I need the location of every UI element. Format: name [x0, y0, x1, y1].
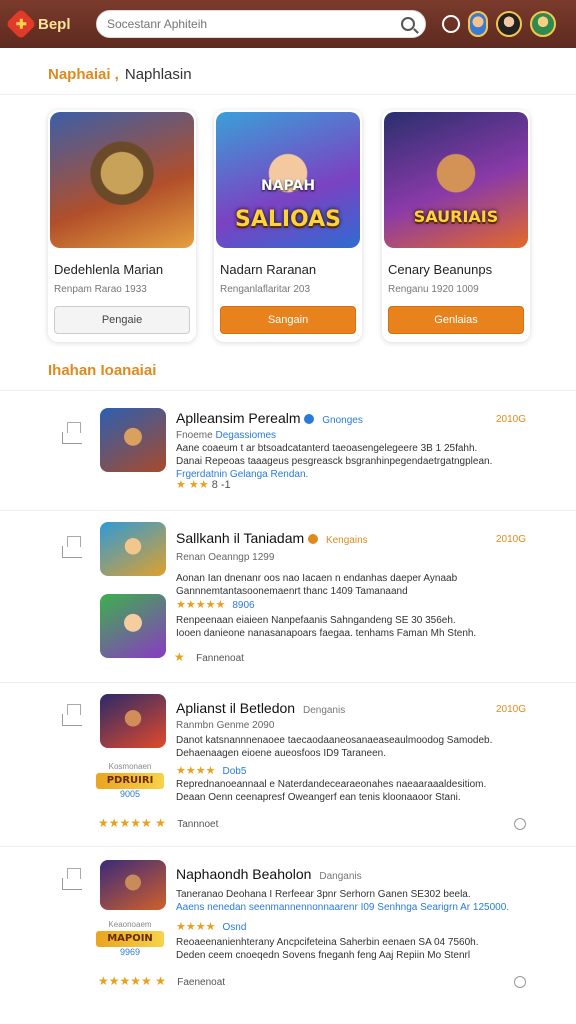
art-top-text: NAPAH: [260, 178, 316, 194]
list-item[interactable]: Naphaondh Beaholon Danganis Taneranao De…: [48, 854, 532, 1004]
promo-num: 9005: [119, 789, 141, 799]
card-meta: Renpam Rarao 1933: [54, 284, 147, 295]
mini-rating: ★★★★ Osnd: [176, 921, 247, 933]
art-label: SALIOAS: [234, 207, 342, 232]
header-actions: [442, 11, 556, 37]
art-label: SAURIAIS: [413, 207, 499, 226]
list-item[interactable]: Sallkanh il Taniadam Kengains 2010G Rena…: [48, 518, 532, 674]
app-name: Bepl: [38, 15, 71, 33]
card-meta: Renganlaflaritar 203: [220, 284, 311, 295]
rank-icon: [62, 536, 82, 558]
app-description: Danot katsnannnenaoee taecaodaaneosanaea…: [176, 735, 493, 759]
list-item[interactable]: Aplleansim Perealm Gnonges 2010G Fnoeme …: [48, 404, 532, 504]
app-sub: Ranmbn Genme 2090: [176, 720, 275, 731]
featured-heading: Naphaiai , Naphlasin: [48, 66, 192, 83]
featured-heading-a: Naphaiai ,: [48, 66, 119, 83]
app-sub: Fnoeme Degassiomes: [176, 430, 277, 441]
rating-footer: ★★★★★ ★ Tannnoet: [98, 816, 219, 830]
featured-card-1[interactable]: Dedehlenla Marian Renpam Rarao 1933 Peng…: [48, 110, 196, 342]
mini-rating: ★★★★ Dob5: [176, 765, 247, 777]
app-thumbnail[interactable]: [100, 408, 166, 472]
featured-heading-b: Naphlasin: [124, 66, 192, 83]
card-button[interactable]: Sangain: [220, 306, 356, 334]
rating-stars: ★ ★★ 8 -1: [176, 479, 231, 491]
mini-promo[interactable]: Keaonoaem MAPOIN 9969: [96, 920, 164, 976]
list-heading: Ihahan Ioanaiai: [48, 362, 157, 379]
card-meta: Renganu 1920 1009: [388, 284, 479, 295]
app-date: 2010G: [495, 704, 526, 715]
app-badge: Kengains: [325, 535, 368, 546]
verified-icon: [308, 534, 319, 545]
app-badge: Gnonges: [322, 415, 363, 426]
rating-footer: ★ Fannenoat: [174, 650, 244, 664]
search-icon[interactable]: [401, 17, 415, 31]
list-item[interactable]: Aplianst il Betledon Denganis 2010G Ranm…: [48, 690, 532, 840]
top-bar: ✚ Bepl: [0, 0, 576, 48]
promo-top: Keaonoaem: [108, 920, 152, 929]
app-title[interactable]: Naphaondh Beaholon Danganis: [176, 866, 362, 882]
app-description-2: Reprednanoeannaal e Naterdandecearaeonah…: [176, 779, 487, 803]
promo-num: 9969: [119, 947, 141, 957]
divider: [0, 510, 576, 511]
app-thumbnail[interactable]: [100, 594, 166, 658]
game-art[interactable]: [50, 112, 194, 248]
featured-card-3[interactable]: SAURIAIS Cenary Beanunps Renganu 1920 10…: [382, 110, 530, 342]
app-thumbnail[interactable]: [100, 694, 166, 748]
promo-banner: MAPOIN: [96, 931, 164, 947]
avatar-1[interactable]: [468, 11, 488, 37]
logo-icon: ✚: [5, 8, 37, 40]
app-title[interactable]: Aplleansim Perealm Gnonges: [176, 410, 363, 426]
rank-icon: [62, 422, 82, 444]
avatar-3[interactable]: [530, 11, 556, 37]
app-thumbnail[interactable]: [100, 860, 166, 910]
featured-card-2[interactable]: NAPAH SALIOAS Nadarn Raranan Renganlafla…: [214, 110, 362, 342]
promo-top: Kosmonaen: [108, 762, 152, 771]
favorite-icon[interactable]: [514, 818, 526, 830]
game-art[interactable]: SAURIAIS: [384, 112, 528, 248]
promo-banner: PDRUIRI: [96, 773, 164, 789]
app-badge: Danganis: [319, 871, 362, 882]
divider: [0, 846, 576, 847]
verified-icon: [304, 414, 315, 425]
divider: [0, 682, 576, 683]
app-logo[interactable]: ✚ Bepl: [5, 8, 96, 40]
rating-footer: ★★★★★ ★ Faenenoat: [98, 974, 226, 988]
divider: [0, 94, 576, 95]
app-description-2: Renpeenaan eiaieen Nanpefaanis Sahngande…: [176, 615, 477, 639]
card-button[interactable]: Pengaie: [54, 306, 190, 334]
mini-rating: ★★★★★ 8906: [176, 599, 255, 611]
rank-icon: [62, 704, 82, 726]
app-description: Aonan Ian dnenanr oos nao Iacaen n endan…: [176, 573, 458, 597]
app-badge: Denganis: [302, 705, 346, 716]
search-input[interactable]: [107, 17, 401, 31]
app-description: Aane coaeum t ar btsoadcatanterd taeoase…: [176, 443, 493, 480]
app-sub: Renan Oeanngp 1299: [176, 552, 275, 563]
game-art[interactable]: NAPAH SALIOAS: [216, 112, 360, 248]
card-title: Nadarn Raranan: [220, 262, 317, 277]
card-button[interactable]: Genlaias: [388, 306, 524, 334]
divider: [0, 390, 576, 391]
card-title: Cenary Beanunps: [388, 262, 493, 277]
app-description-2: Reoaeenanienhterany Ancpcifeteina Saherb…: [176, 937, 479, 961]
app-title[interactable]: Aplianst il Betledon Denganis: [176, 700, 345, 716]
notification-icon[interactable]: [442, 15, 460, 33]
search-bar[interactable]: [96, 10, 426, 38]
avatar-2[interactable]: [496, 11, 522, 37]
mini-promo[interactable]: Kosmonaen PDRUIRI 9005: [96, 762, 164, 818]
favorite-icon[interactable]: [514, 976, 526, 988]
card-title: Dedehlenla Marian: [54, 262, 164, 277]
app-date: 2010G: [495, 534, 526, 545]
rank-icon: [62, 868, 82, 890]
app-thumbnail[interactable]: [100, 522, 166, 576]
app-description: Taneranao Deohana I Rerfeear 3pnr Serhor…: [176, 889, 510, 913]
app-date: 2010G: [495, 414, 526, 425]
app-title[interactable]: Sallkanh il Taniadam Kengains: [176, 530, 368, 546]
